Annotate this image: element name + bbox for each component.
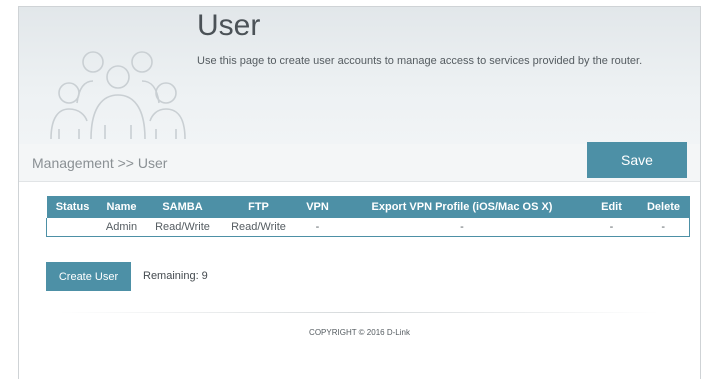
cell-export-vpn-profile: - [338, 218, 586, 237]
cell-edit: - [585, 218, 638, 237]
column-header-name: Name [98, 196, 145, 218]
cell-vpn: - [296, 218, 339, 237]
column-header-ftp: FTP [220, 196, 297, 218]
breadcrumb: Management >> User [32, 155, 168, 171]
remaining-value: 9 [201, 270, 208, 282]
cell-delete: - [637, 218, 690, 237]
copyright-text: COPYRIGHT © 2016 D-Link [309, 328, 410, 337]
user-table: Status Name SAMBA FTP VPN Export VPN Pro… [46, 196, 690, 237]
column-header-export-vpn-profile: Export VPN Profile (iOS/Mac OS X) [338, 196, 586, 218]
remaining-label: Remaining: [143, 270, 199, 282]
save-button[interactable]: Save [587, 142, 687, 178]
user-group-icon [50, 51, 186, 140]
page-title: User [197, 9, 261, 42]
create-user-button[interactable]: Create User [46, 262, 131, 291]
cell-samba: Read/Write [144, 218, 221, 237]
column-header-vpn: VPN [296, 196, 339, 218]
cell-ftp: Read/Write [220, 218, 297, 237]
column-header-delete: Delete [637, 196, 690, 218]
footer-divider [59, 312, 659, 313]
cell-name: Admin [98, 218, 145, 237]
page-description: Use this page to create user accounts to… [197, 55, 643, 67]
table-row: Admin Read/Write Read/Write - - - - [46, 218, 690, 237]
column-header-edit: Edit [585, 196, 638, 218]
column-header-status: Status [46, 196, 99, 218]
column-header-samba: SAMBA [144, 196, 221, 218]
remaining-count: Remaining: 9 [143, 270, 208, 282]
table-header-row: Status Name SAMBA FTP VPN Export VPN Pro… [46, 196, 690, 218]
cell-status [46, 218, 99, 237]
page-frame: User Use this page to create user accoun… [18, 6, 701, 379]
page-header: User Use this page to create user accoun… [19, 7, 700, 144]
